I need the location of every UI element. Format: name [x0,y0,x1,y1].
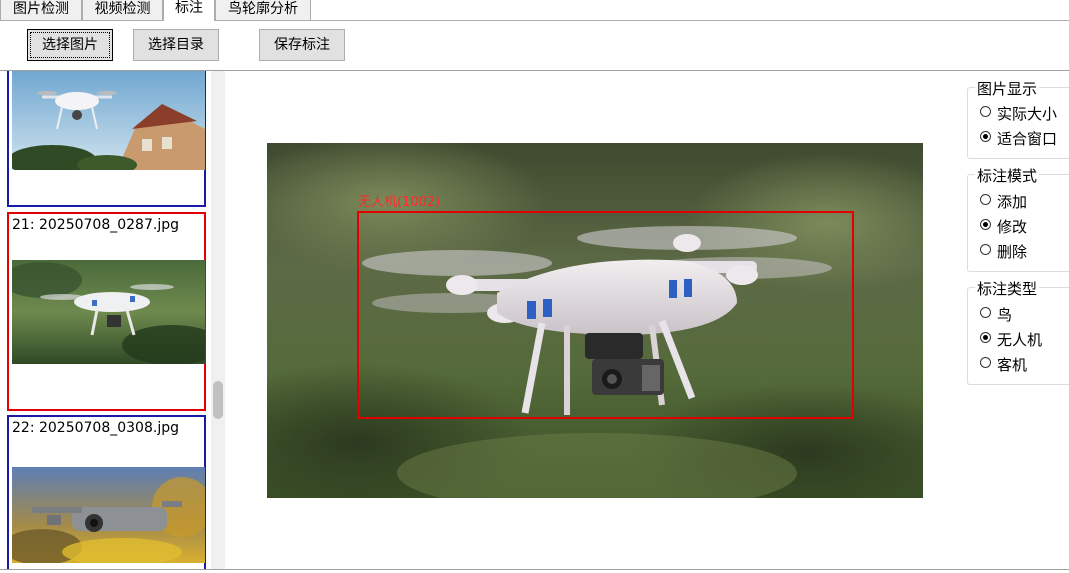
annotation-mode-group-title: 标注模式 [975,165,1040,186]
radio-circle[interactable] [980,194,991,205]
tab-video-detection[interactable]: 视频检测 [82,0,163,20]
radio-label: 客机 [997,356,1028,374]
tab-bird-contour-analysis[interactable]: 鸟轮廓分析 [215,0,311,20]
thumbnail-image [12,71,205,170]
list-item-title: 21: 20250708_0287.jpg [12,217,179,233]
annotation-type-group-title: 标注类型 [975,278,1040,299]
radio-label: 适合窗口 [997,130,1058,148]
tab-annotation[interactable]: 标注 [163,0,215,21]
radio-circle[interactable] [980,244,991,255]
radio-label: 鸟 [997,306,1013,324]
radio-label: 删除 [997,243,1028,261]
thumbnail-image [12,467,205,563]
radio-label: 修改 [997,218,1028,236]
radio-circle[interactable] [980,106,991,117]
radio-circle[interactable] [980,332,991,343]
radio-circle[interactable] [980,357,991,368]
image-display-group-title: 图片显示 [975,78,1040,99]
list-item[interactable] [7,71,206,207]
radio-label: 无人机 [997,331,1043,349]
radio-circle[interactable] [980,219,991,230]
radio-label: 实际大小 [997,105,1058,123]
list-scrollbar[interactable] [211,71,225,569]
annotation-type-group: 标注类型 鸟 无人机 客机 [967,278,1069,385]
image-list[interactable]: 21: 20250708_0287.jpg 22: 20250708_0308.… [0,71,225,569]
list-item-selected[interactable]: 21: 20250708_0287.jpg [7,212,206,411]
list-item-title: 22: 20250708_0308.jpg [12,420,179,436]
radio-label: 添加 [997,193,1028,211]
save-annotation-button[interactable]: 保存标注 [259,29,345,61]
select-image-button[interactable]: 选择图片 [27,29,113,61]
image-display-group: 图片显示 实际大小 适合窗口 [967,78,1069,159]
annotation-mode-group: 标注模式 添加 修改 删除 [967,165,1069,272]
list-item[interactable]: 22: 20250708_0308.jpg [7,415,206,569]
radio-circle[interactable] [980,131,991,142]
select-directory-button[interactable]: 选择目录 [133,29,219,61]
tab-image-detection[interactable]: 图片检测 [0,0,82,20]
radio-selected-dot [983,335,988,340]
image-viewer[interactable]: 无人机(1002) [267,143,923,498]
tab-baseline [0,20,1069,21]
radio-selected-dot [983,222,988,227]
list-scrollbar-thumb[interactable] [213,381,223,419]
status-separator [0,569,1069,570]
annotation-label: 无人机(1002) [358,195,441,210]
thumbnail-image [12,260,205,364]
tab-bar: 图片检测 视频检测 标注 鸟轮廓分析 [0,0,1069,21]
radio-selected-dot [983,134,988,139]
radio-circle[interactable] [980,307,991,318]
annotation-bbox[interactable] [357,211,854,419]
